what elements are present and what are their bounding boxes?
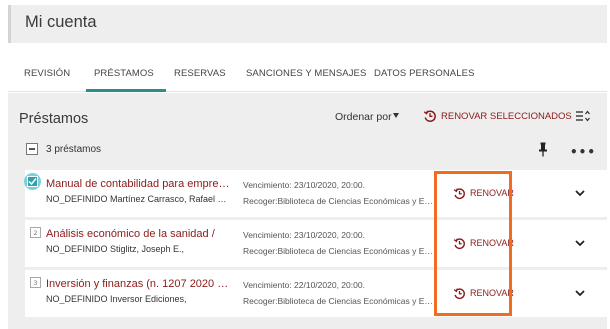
chevron-down-icon[interactable] bbox=[574, 238, 586, 248]
chevron-down-icon[interactable] bbox=[574, 188, 586, 198]
renew-selected-button[interactable]: RENOVAR SELECCIONADOS bbox=[423, 108, 572, 124]
renew-selected-label: RENOVAR SELECCIONADOS bbox=[441, 110, 572, 122]
loan-row: 2 Análisis económico de la sanidad / NO_… bbox=[25, 220, 607, 267]
select-all-checkbox[interactable] bbox=[26, 143, 38, 155]
more-options-icon[interactable]: ••• bbox=[570, 145, 596, 159]
loan-row: Manual de contabilidad para empresas del… bbox=[24, 170, 607, 217]
loan-count: 3 préstamos bbox=[46, 144, 102, 155]
loan-due-date: Vencimiento: 23/10/2020, 20:00. bbox=[243, 230, 365, 240]
loan-title-link[interactable]: Inversión y finanzas (n. 1207 2020 22 oc… bbox=[46, 278, 233, 290]
renew-clock-icon bbox=[423, 110, 436, 122]
renew-button[interactable]: RENOVAR bbox=[453, 186, 514, 200]
loan-title-link[interactable]: Análisis económico de la sanidad / bbox=[46, 228, 233, 240]
renew-button-label: RENOVAR bbox=[470, 188, 514, 198]
sort-icon[interactable] bbox=[575, 109, 591, 123]
checkmark-icon bbox=[28, 178, 37, 186]
tab-prestamos[interactable]: PRÉSTAMOS bbox=[94, 68, 154, 79]
renew-button-label: RENOVAR bbox=[470, 238, 514, 248]
renew-button[interactable]: RENOVAR bbox=[453, 286, 514, 300]
loan-pickup-location: Recoger:Biblioteca de Ciencias Económica… bbox=[243, 296, 433, 306]
row-checkbox-checked[interactable] bbox=[24, 173, 41, 190]
loan-due-date: Vencimiento: 22/10/2020, 20:00. bbox=[243, 280, 365, 290]
page-header: Mi cuenta bbox=[8, 5, 607, 43]
tab-sanciones-mensajes[interactable]: SANCIONES Y MENSAJES bbox=[246, 68, 366, 79]
renew-button[interactable]: RENOVAR bbox=[453, 236, 514, 250]
account-tabs: REVISIÓN PRÉSTAMOS RESERVAS SANCIONES Y … bbox=[8, 56, 607, 92]
page-title: Mi cuenta bbox=[25, 13, 97, 31]
renew-clock-icon bbox=[453, 187, 465, 199]
row-checkbox[interactable]: 2 bbox=[30, 227, 41, 238]
loan-author: NO_DEFINIDO Martínez Carrasco, Rafael Do… bbox=[46, 194, 233, 204]
active-tab-indicator bbox=[86, 89, 166, 92]
renew-button-label: RENOVAR bbox=[470, 288, 514, 298]
chevron-down-icon[interactable] bbox=[574, 288, 586, 298]
loan-author: NO_DEFINIDO Stiglitz, Joseph E., bbox=[46, 244, 185, 254]
loan-pickup-location: Recoger:Biblioteca de Ciencias Económica… bbox=[243, 246, 433, 256]
row-checkbox[interactable]: 3 bbox=[30, 277, 41, 288]
section-title: Préstamos bbox=[19, 111, 89, 127]
loan-pickup-location: Recoger:Biblioteca de Ciencias Económica… bbox=[243, 196, 433, 206]
loan-title-link[interactable]: Manual de contabilidad para empresas del… bbox=[46, 178, 233, 190]
pin-icon[interactable] bbox=[538, 142, 548, 157]
sort-dropdown[interactable]: Ordenar por bbox=[335, 111, 392, 123]
tab-revision[interactable]: REVISIÓN bbox=[24, 68, 70, 79]
loan-due-date: Vencimiento: 23/10/2020, 20:00. bbox=[243, 180, 365, 190]
caret-down-icon[interactable] bbox=[393, 113, 399, 118]
renew-clock-icon bbox=[453, 237, 465, 249]
loan-row: 3 Inversión y finanzas (n. 1207 2020 22 … bbox=[25, 270, 607, 317]
loan-author: NO_DEFINIDO Inversor Ediciones, bbox=[46, 294, 187, 304]
renew-clock-icon bbox=[453, 287, 465, 299]
tab-datos-personales[interactable]: DATOS PERSONALES bbox=[374, 68, 475, 79]
tab-reservas[interactable]: RESERVAS bbox=[174, 68, 226, 79]
loans-panel: Préstamos Ordenar por RENOVAR SELECCIONA… bbox=[8, 93, 607, 329]
